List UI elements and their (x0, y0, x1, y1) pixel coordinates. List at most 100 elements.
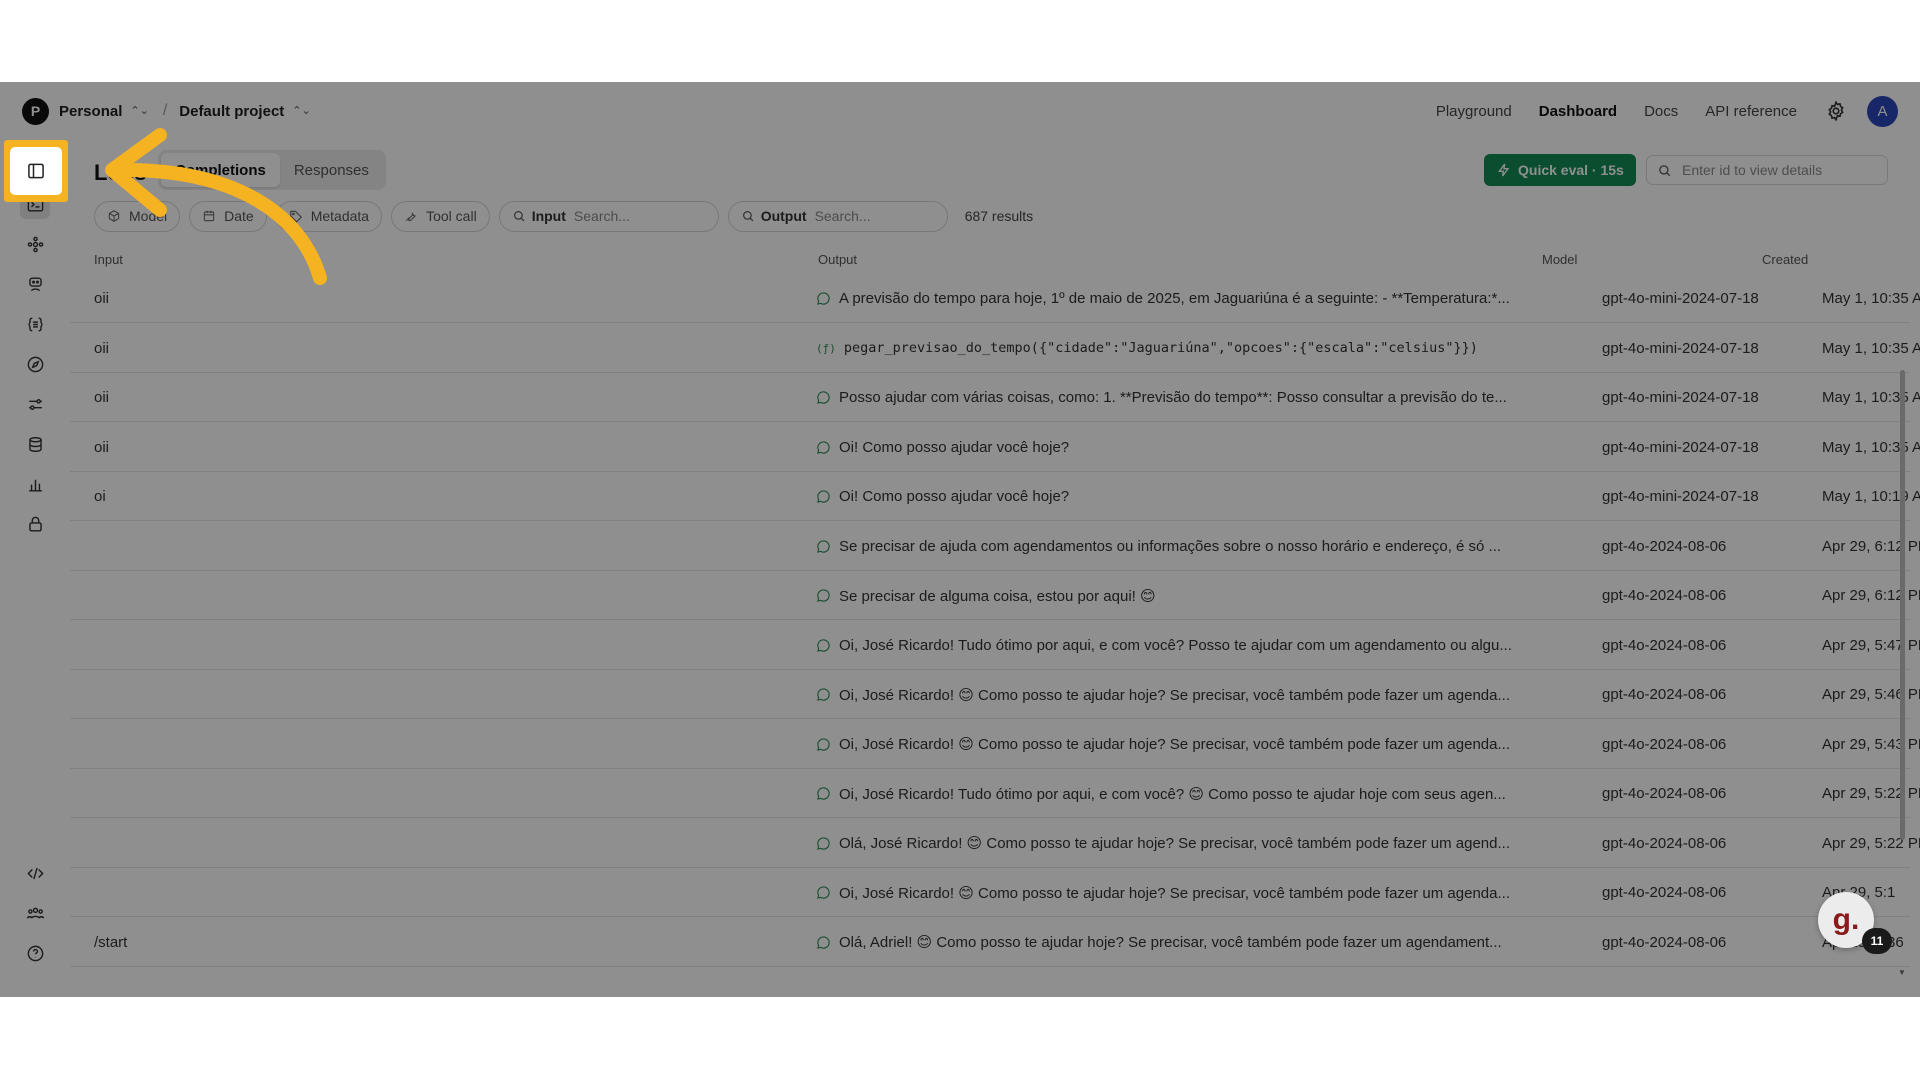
table-row[interactable]: Oi, José Ricardo! Tudo ótimo por aqui, e… (70, 621, 1920, 670)
table-row[interactable]: oi Oi! Como posso ajudar você hoje? gpt-4o… (70, 472, 1920, 521)
table-row[interactable]: Oi, José Ricardo! 😊 Como posso te ajudar… (70, 720, 1920, 769)
model-cell: gpt-4o-2024-08-06 (1602, 537, 1727, 555)
workspace-switcher[interactable]: Personal ⌃⌄ (59, 103, 149, 120)
column-header-created[interactable]: Created (1762, 252, 1808, 267)
compass-icon (27, 356, 43, 372)
model-cell: gpt-4o-2024-08-06 (1602, 834, 1727, 852)
nav-playground[interactable]: Playground (1436, 103, 1512, 120)
input-cell (94, 720, 654, 769)
code-icon (26, 867, 44, 879)
id-search-box[interactable] (1646, 155, 1888, 185)
output-cell: Oi, José Ricardo! 😊 Como posso te ajudar… (816, 670, 1594, 719)
results-count: 687 results (964, 208, 1034, 224)
input-cell (94, 571, 654, 620)
logs-tabs: Completions Responses (158, 150, 386, 190)
sidebar-item-explore[interactable] (20, 349, 50, 379)
table-row[interactable]: Se precisar de ajuda com agendamentos ou… (70, 522, 1920, 571)
sidebar-item-developer[interactable] (20, 858, 50, 888)
created-cell: May 1, 10:35 AM (1822, 438, 1920, 456)
chat-bubble-icon (817, 688, 830, 701)
created-cell: Apr 29, 6:12 PM (1822, 537, 1920, 555)
gear-icon[interactable] (1825, 100, 1847, 122)
workspace-avatar[interactable]: P (22, 97, 49, 125)
nav-api-reference[interactable]: API reference (1705, 103, 1797, 120)
date-filter[interactable]: Date (189, 200, 267, 232)
project-switcher[interactable]: Default project ⌃⌄ (179, 103, 310, 120)
model-cell: gpt-4o-2024-08-06 (1602, 884, 1727, 901)
created-cell: May 1, 10:35 AM (1822, 290, 1920, 307)
column-header-input[interactable]: Input (94, 252, 123, 267)
created-cell: May 1, 10:19 AM (1822, 488, 1920, 505)
input-cell (94, 522, 654, 571)
chat-bubble-icon (817, 292, 830, 305)
sidebar-item-batches[interactable] (20, 309, 50, 339)
table-row[interactable]: Oi, José Ricardo! 😊 Como posso te ajudar… (70, 670, 1920, 719)
tool-call-filter-label: Tool call (426, 208, 477, 224)
lock-icon (28, 516, 42, 532)
input-cell: /start (94, 933, 128, 951)
tab-completions[interactable]: Completions (161, 153, 280, 187)
table-scrollbar[interactable] (1900, 370, 1905, 840)
sidebar-item-storage[interactable] (20, 429, 50, 459)
sidebar-item-usage[interactable] (20, 469, 50, 499)
model-cell: gpt-4o-2024-08-06 (1602, 735, 1727, 753)
tab-responses[interactable]: Responses (280, 153, 383, 187)
output-cell: A previsão do tempo para hoje, 1º de mai… (816, 274, 1594, 323)
output-text: Oi, José Ricardo! Tudo ótimo por aqui, e… (839, 636, 1512, 654)
output-search-field[interactable] (814, 208, 935, 224)
sidebar-toggle-highlight[interactable] (4, 140, 68, 202)
nav-dashboard[interactable]: Dashboard (1539, 103, 1617, 120)
metadata-filter-label: Metadata (310, 208, 370, 224)
chat-bubble-icon (817, 391, 830, 404)
input-search-field[interactable] (573, 208, 694, 224)
tool-call-filter[interactable]: Tool call (391, 200, 490, 232)
lightning-icon (1498, 163, 1510, 177)
table-row[interactable]: Se precisar de alguma coisa, estou por a… (70, 571, 1920, 620)
table-row[interactable]: Oi, José Ricardo! 😊 Como posso te ajudar… (70, 868, 1910, 917)
quick-eval-button[interactable]: Quick eval · 15s (1484, 154, 1636, 186)
created-cell: Apr 29, 5:22 PM (1822, 785, 1920, 802)
output-text: Oi, José Ricardo! 😊 Como posso te ajudar… (839, 736, 1510, 753)
output-text: Oi! Como posso ajudar você hoje? (839, 438, 1070, 456)
column-header-output[interactable]: Output (818, 252, 857, 267)
chat-bubble-icon (817, 886, 830, 899)
column-header-model[interactable]: Model (1542, 252, 1577, 267)
table-row[interactable]: oii A previsão do tempo para hoje, 1º de … (70, 274, 1920, 323)
project-name: Default project (179, 102, 285, 120)
help-icon (27, 945, 43, 961)
table-row[interactable]: oii Posso ajudar com várias coisas, como:… (70, 373, 1920, 422)
sidebar-item-clusters[interactable] (20, 229, 50, 259)
scroll-down-arrow[interactable]: ▼ (1898, 968, 1906, 977)
input-search-label: Input (531, 208, 566, 224)
metadata-filter[interactable]: Metadata (275, 200, 383, 232)
output-text: pegar_previsao_do_tempo({"cidade":"Jagua… (843, 340, 1478, 356)
model-cell: gpt-4o-mini-2024-07-18 (1602, 389, 1759, 406)
table-row[interactable]: Oi, José Ricardo! Tudo ótimo por aqui, e… (70, 769, 1920, 818)
sidebar-toggle-button[interactable] (10, 147, 62, 195)
model-cell: gpt-4o-mini-2024-07-18 (1602, 488, 1759, 505)
sidebar-item-assistants[interactable] (20, 269, 50, 299)
calendar-icon (203, 210, 215, 222)
output-cell: Oi, José Ricardo! Tudo ótimo por aqui, e… (816, 621, 1594, 670)
chat-bubble-icon (817, 935, 830, 949)
model-filter[interactable]: Model (94, 200, 181, 232)
created-cell: Apr 29, 5:46 PM (1822, 686, 1920, 703)
sidebar-item-api-keys[interactable] (20, 509, 50, 539)
sidebar-item-team[interactable] (20, 898, 50, 928)
table-row[interactable]: oii (ƒ) pegar_previsao_do_tempo({"cidade":… (70, 324, 1920, 373)
sidebar-item-fine-tuning[interactable] (20, 389, 50, 419)
output-text: Posso ajudar com várias coisas, como: 1.… (839, 389, 1507, 406)
input-cell (94, 621, 654, 670)
top-nav-links: Playground Dashboard Docs API reference … (1409, 95, 1898, 127)
table-row[interactable]: /start Olá, Adriel! 😊 Como posso te ajuda… (70, 918, 1910, 967)
created-cell: May 1, 10:35 AM (1822, 339, 1920, 357)
nav-docs[interactable]: Docs (1644, 103, 1678, 120)
sidebar-item-help[interactable] (20, 938, 50, 968)
table-row[interactable]: Olá, José Ricardo! 😊 Como posso te ajuda… (70, 819, 1920, 868)
input-search-filter[interactable]: Input (498, 200, 719, 232)
table-row[interactable]: oii Oi! Como posso ajudar você hoje? gpt-4… (70, 423, 1920, 472)
user-avatar[interactable]: A (1867, 95, 1898, 127)
id-search-input[interactable] (1682, 162, 1862, 178)
output-search-filter[interactable]: Output (727, 200, 948, 232)
input-cell: oii (94, 438, 110, 456)
